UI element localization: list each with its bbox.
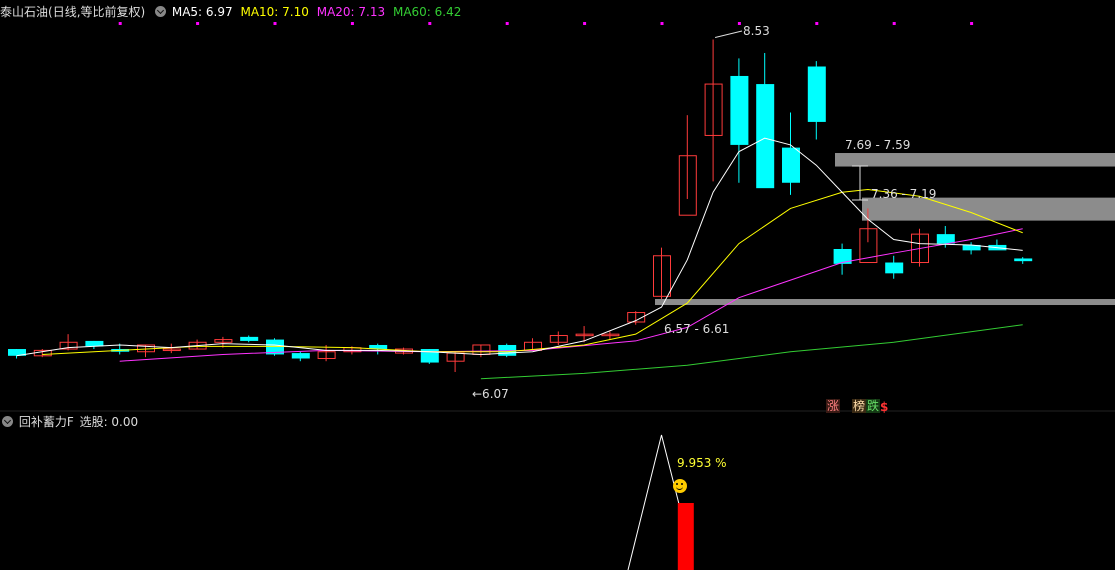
- ma60-value: MA60: 6.42: [392, 5, 462, 19]
- candle-body: [885, 262, 904, 274]
- gap-zone: [862, 197, 1115, 221]
- candle-body: [936, 234, 955, 244]
- event-marker: [350, 22, 354, 25]
- adjust-mode: (日线,等比前复权): [48, 5, 146, 19]
- ma10-value: MA10: 7.10: [240, 5, 309, 19]
- smiley-face-icon: [673, 479, 687, 493]
- indicator-bar: [677, 503, 694, 570]
- gap-label-3: 6.57 - 6.61: [664, 322, 730, 336]
- event-marker: [505, 22, 509, 25]
- high-pointer: [714, 30, 743, 38]
- event-marker: [815, 22, 819, 25]
- chevron-down-icon[interactable]: [155, 6, 167, 17]
- event-marker: [428, 22, 432, 25]
- gap-zone: [655, 299, 1115, 306]
- indicator-percent: 9.953 %: [677, 456, 727, 470]
- ma20-value: MA20: 7.13: [316, 5, 386, 19]
- ma60-line: [480, 324, 1023, 380]
- bang-badge[interactable]: 榜: [852, 399, 867, 413]
- candle-body: [240, 336, 259, 341]
- gap-zone: [835, 153, 1115, 167]
- die-badge[interactable]: 跌: [866, 399, 881, 413]
- event-marker: [583, 22, 587, 25]
- event-marker: [118, 22, 122, 25]
- candle-body: [1014, 258, 1033, 262]
- event-marker: [970, 22, 974, 25]
- event-marker: [196, 22, 200, 25]
- candle-body: [782, 147, 800, 183]
- event-marker: [660, 22, 664, 25]
- chart-header: 泰山石油(日线,等比前复权) MA5: 6.97 MA10: 7.10 MA20…: [0, 4, 461, 20]
- low-price-label: ←6.07: [472, 387, 509, 401]
- candle-body: [730, 75, 749, 145]
- indicator-header: 回补蓄力F 选股: 0.00: [2, 414, 138, 430]
- gap-label-2: 7.36 - 7.19: [871, 187, 937, 201]
- candle-body: [756, 84, 775, 189]
- gap-label-1: 7.69 - 7.59: [845, 138, 911, 152]
- event-marker: [273, 22, 277, 25]
- candle-body: [291, 353, 310, 359]
- dollar-icon[interactable]: $: [880, 400, 888, 414]
- stock-title[interactable]: 泰山石油: [0, 5, 48, 19]
- ma20-line: [119, 228, 1023, 362]
- ma5-value: MA5: 6.97: [171, 5, 233, 19]
- event-marker: [892, 22, 896, 25]
- candle-body: [807, 66, 826, 122]
- kline-chart[interactable]: [0, 0, 1115, 570]
- high-price-label: 8.53: [743, 24, 770, 38]
- event-marker: [737, 22, 741, 25]
- indicator-value: 选股: 0.00: [79, 415, 139, 429]
- zhang-badge[interactable]: 涨: [826, 399, 841, 413]
- indicator-name[interactable]: 回补蓄力F: [19, 415, 74, 429]
- indicator-line: [627, 434, 685, 570]
- ma5-line: [16, 137, 1023, 357]
- chevron-down-icon[interactable]: [2, 416, 13, 427]
